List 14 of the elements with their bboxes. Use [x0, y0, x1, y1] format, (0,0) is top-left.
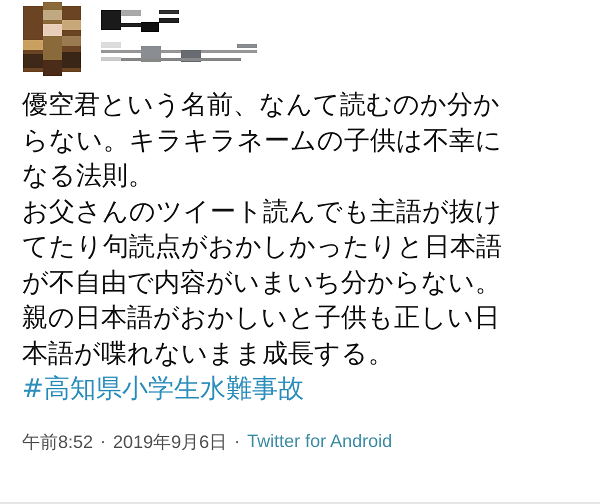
tweet-text-line: お父さんのツイート読んでも主語が抜け [22, 196, 502, 228]
tweet-text-line: 優空君という名前、なんて読むのか分か [22, 89, 500, 122]
tweet-text-line: 親の日本語がおかしいと子供も正しい日 [22, 302, 500, 335]
tweet-text-line: が不自由で内容がいまいち分からない。 [22, 266, 501, 300]
tweet-text-line: なる法則。 [22, 160, 154, 193]
tweet-text-line: 本語が喋れないまま成長する。 [22, 338, 394, 370]
separator: · [100, 431, 106, 452]
tweet-text-line: てたり句読点がおかしかったりと日本語 [22, 231, 502, 264]
hashtag-link[interactable]: #高知県小学生水難事故 [22, 372, 304, 408]
tweet-time: 午前8:52 [22, 430, 94, 454]
source-link[interactable]: Twitter for Android [247, 431, 392, 452]
tweet-date: 2019年9月6日 [113, 430, 228, 454]
separator: · [234, 431, 240, 452]
tweet-text-line: らない。キラキラネームの子供は不幸に [22, 124, 502, 158]
